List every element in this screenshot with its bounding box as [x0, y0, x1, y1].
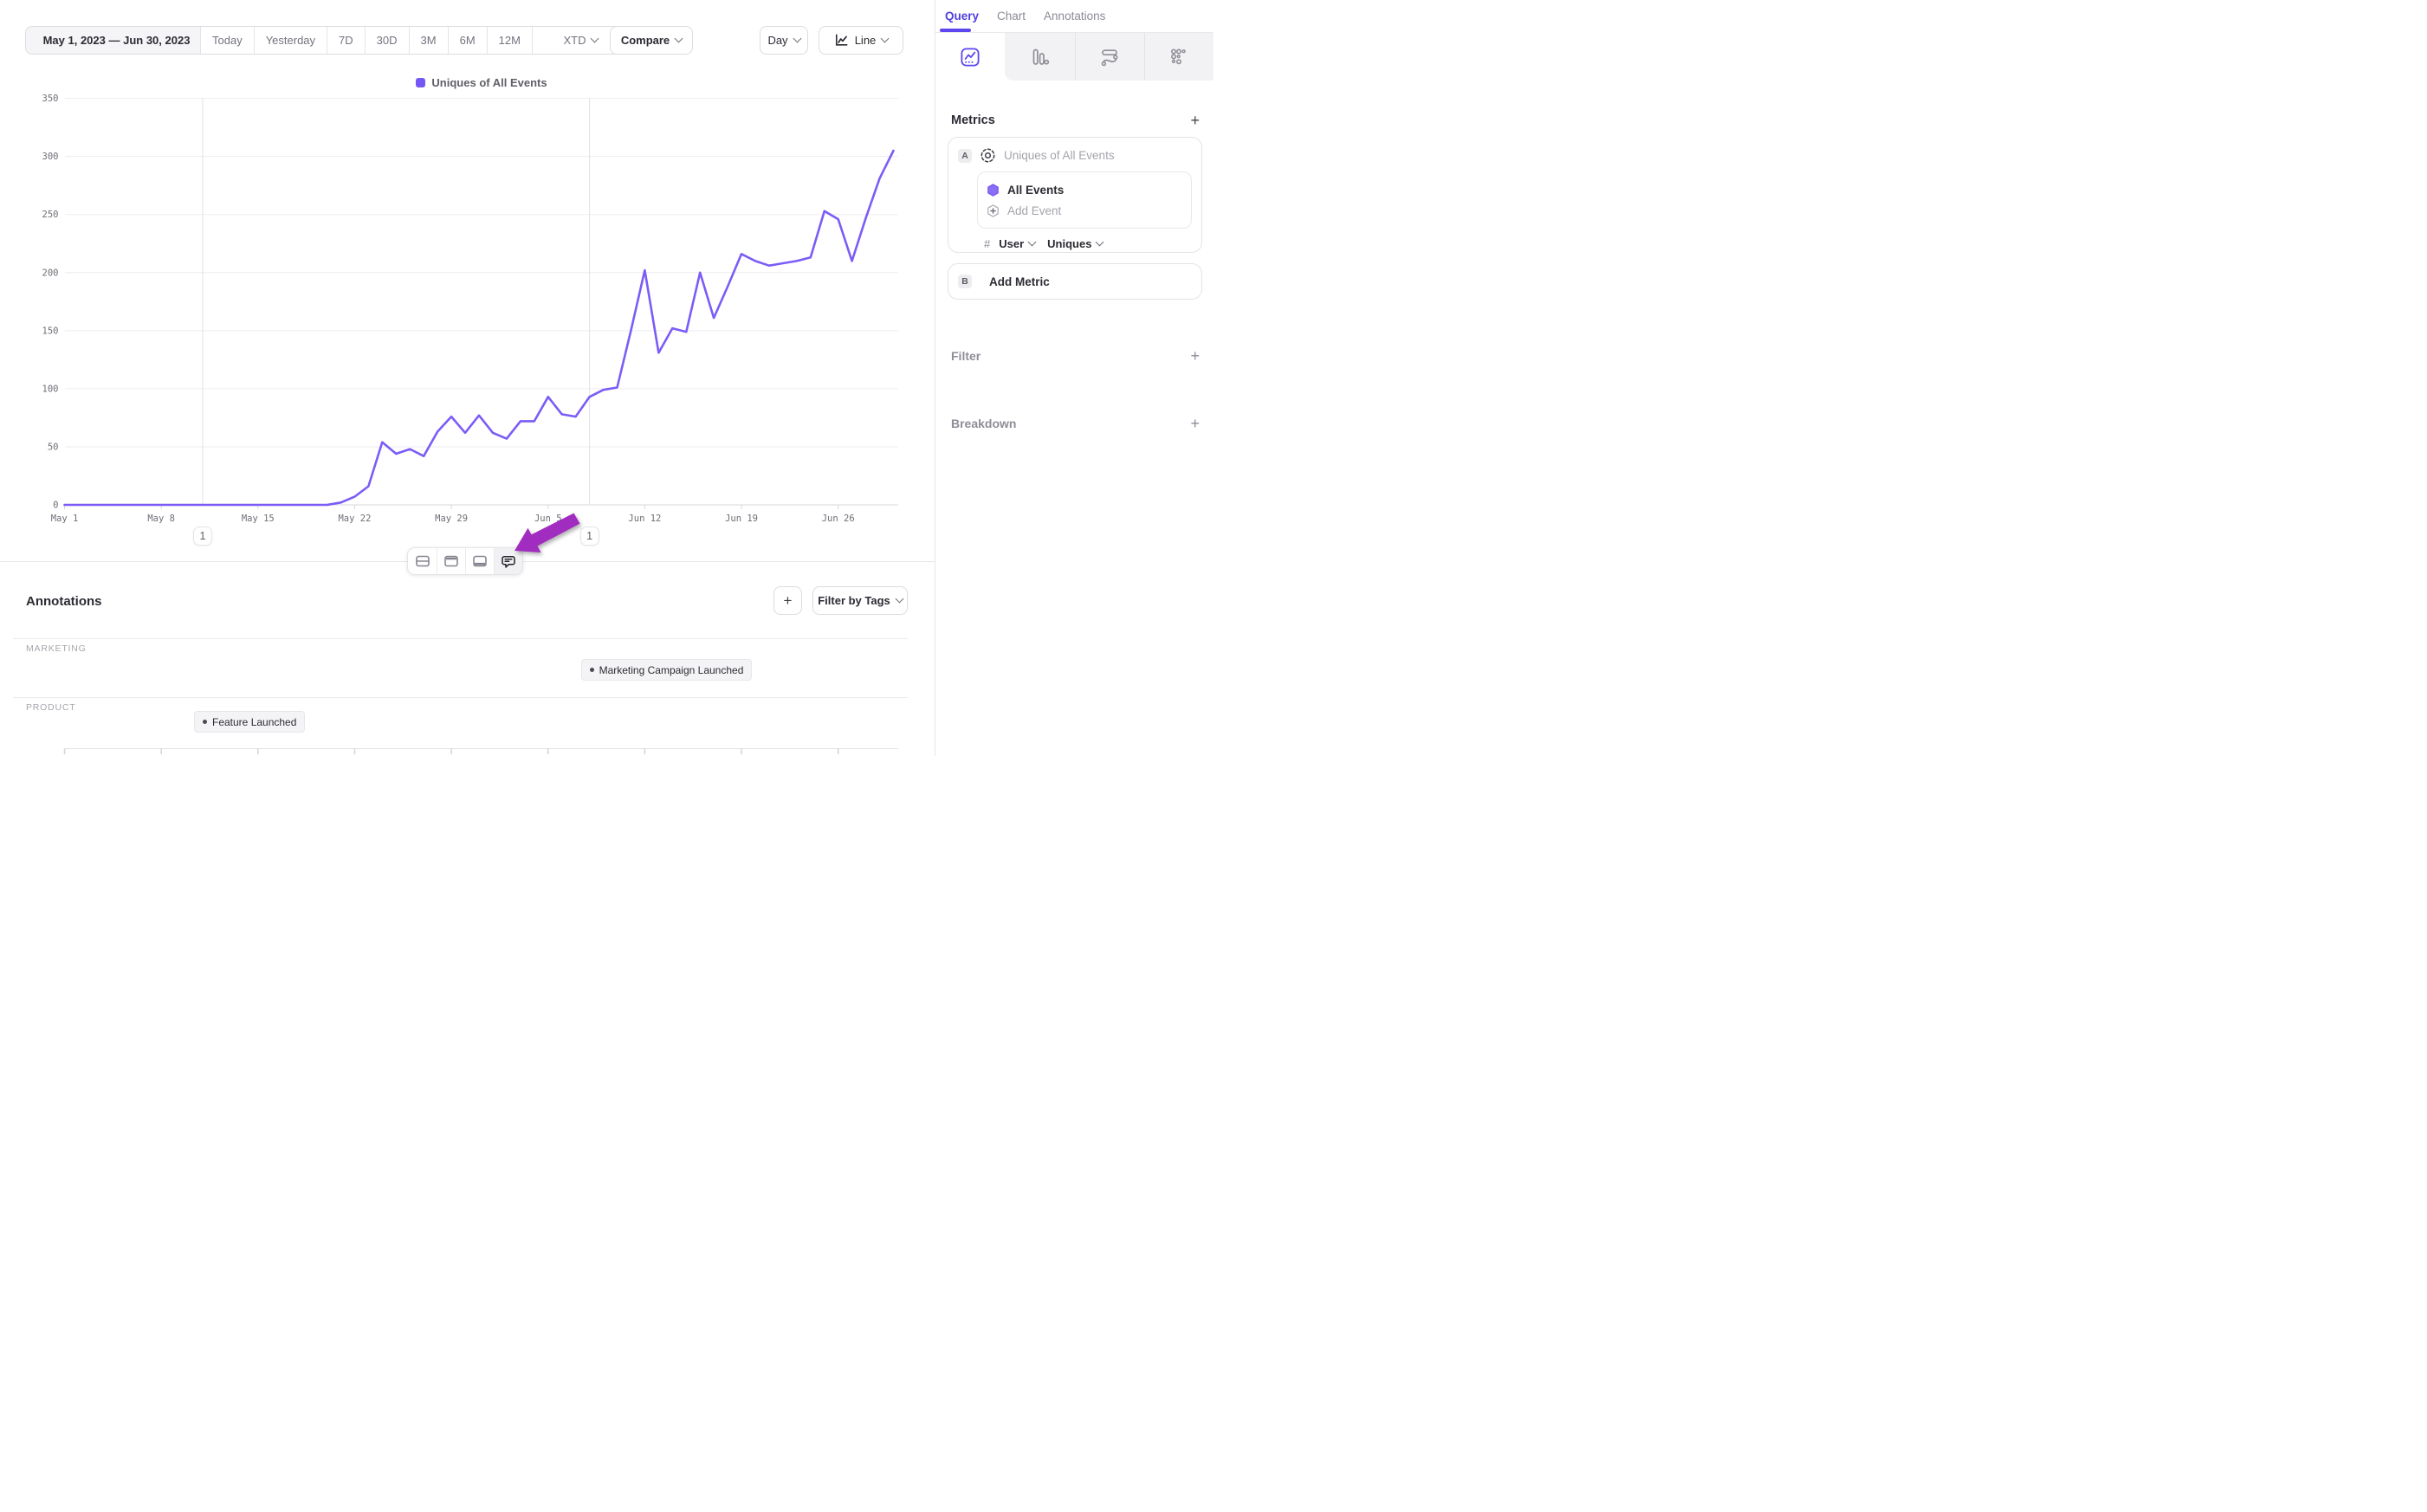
add-breakdown-button[interactable]: +	[1190, 416, 1200, 431]
svg-text:150: 150	[42, 326, 59, 336]
filter-label: Filter	[951, 349, 1190, 363]
insights-chart-icon	[960, 47, 981, 68]
annotations-view-button[interactable]	[494, 548, 522, 574]
sidebar-tabs: Query Chart Annotations	[935, 0, 1214, 33]
tab-annotations[interactable]: Annotations	[1044, 10, 1105, 23]
annotation-pill[interactable]: Marketing Campaign Launched	[581, 659, 753, 681]
main-area: May 1, 2023 — Jun 30, 2023 TodayYesterda…	[0, 0, 935, 756]
metrics-header: Metrics +	[951, 113, 1200, 128]
count-symbol: #	[984, 237, 990, 250]
entity-label: User	[999, 237, 1024, 250]
insights-report-page: May 1, 2023 — Jun 30, 2023 TodayYesterda…	[0, 0, 1214, 756]
panel-top-icon	[443, 552, 460, 570]
filter-by-tags-button[interactable]: Filter by Tags	[812, 586, 908, 615]
chart-annotation-marker[interactable]: 1	[193, 527, 212, 546]
bar-chart-icon	[1029, 47, 1050, 68]
filter-section: Filter +	[951, 348, 1200, 364]
add-metric-label: Add Metric	[989, 275, 1050, 288]
metric-chip-b: B	[958, 275, 972, 288]
metric-a-title: Uniques of All Events	[1004, 149, 1115, 162]
svg-text:May 8: May 8	[147, 514, 175, 524]
event-name: All Events	[1007, 184, 1064, 197]
svg-text:250: 250	[42, 210, 59, 220]
aggregation-row: # User Uniques	[984, 237, 1192, 250]
row-divider	[13, 638, 908, 639]
add-event-button[interactable]: Add Event	[987, 200, 1182, 221]
chevron-down-icon	[1096, 238, 1104, 247]
hexagon-icon	[987, 184, 1000, 197]
panel-bottom-button[interactable]	[465, 548, 494, 574]
chevron-down-icon	[1028, 238, 1037, 247]
breakdown-label: Breakdown	[951, 417, 1190, 430]
annotation-pill[interactable]: Feature Launched	[194, 711, 305, 733]
svg-text:Jun 26: Jun 26	[822, 514, 855, 524]
annotation-group-label: PRODUCT	[26, 702, 76, 713]
annotation-group-label: MARKETING	[26, 643, 87, 654]
plus-icon: +	[784, 592, 793, 610]
svg-text:Jun 5: Jun 5	[534, 514, 562, 524]
report-type-insights-button[interactable]	[935, 33, 1005, 81]
annotation-dot-icon	[590, 668, 594, 672]
active-tab-underline	[940, 29, 971, 32]
event-item-all-events[interactable]: All Events	[987, 179, 1182, 200]
svg-text:Jun 19: Jun 19	[725, 514, 758, 524]
metric-card-a: A Uniques of All Events All Events	[948, 137, 1202, 253]
annotation-label: Marketing Campaign Launched	[599, 664, 744, 676]
add-metric-plus-button[interactable]: +	[1190, 113, 1200, 128]
svg-text:Jun 12: Jun 12	[628, 514, 661, 524]
svg-text:May 1: May 1	[51, 514, 79, 524]
panel-bottom-icon	[471, 552, 489, 570]
hexagon-plus-icon	[987, 204, 1000, 217]
annotations-title: Annotations	[26, 594, 102, 609]
add-metric-card[interactable]: B Add Metric	[948, 263, 1202, 300]
grid-dots-icon	[1168, 47, 1189, 68]
flow-icon	[1099, 47, 1120, 68]
comment-icon	[500, 552, 517, 570]
metric-chip-a: A	[958, 149, 972, 163]
add-event-label: Add Event	[1007, 204, 1061, 217]
svg-text:200: 200	[42, 268, 59, 278]
annotations-timeline-axis	[0, 748, 935, 756]
tab-query[interactable]: Query	[945, 10, 979, 23]
report-type-funnels-button[interactable]	[1005, 33, 1074, 81]
report-type-flows-button[interactable]	[1075, 33, 1144, 81]
svg-text:100: 100	[42, 384, 59, 394]
layout-switcher-toolbar	[407, 547, 523, 575]
annotation-label: Feature Launched	[212, 716, 296, 728]
svg-text:May 15: May 15	[242, 514, 275, 524]
svg-text:300: 300	[42, 152, 59, 162]
panel-top-button[interactable]	[437, 548, 465, 574]
add-filter-button[interactable]: +	[1190, 348, 1200, 364]
chevron-down-icon	[895, 595, 903, 604]
report-type-retention-button[interactable]	[1144, 33, 1214, 81]
metrics-heading: Metrics	[951, 113, 1190, 127]
breakdown-section: Breakdown +	[951, 416, 1200, 431]
metric-a-header[interactable]: A Uniques of All Events	[958, 147, 1192, 164]
add-annotation-button[interactable]: +	[773, 586, 802, 615]
chart-annotation-marker[interactable]: 1	[580, 527, 599, 546]
report-type-strip	[935, 33, 1214, 81]
tab-chart[interactable]: Chart	[997, 10, 1026, 23]
svg-text:50: 50	[48, 442, 59, 452]
aggregation-label: Uniques	[1047, 237, 1091, 250]
svg-text:350: 350	[42, 94, 59, 104]
row-divider	[13, 697, 908, 698]
svg-text:May 22: May 22	[338, 514, 371, 524]
query-sidebar: Query Chart Annotations	[935, 0, 1214, 756]
line-chart: 0 50 100 150 200 250 300 350 May 1 May 8 May 15 May…	[0, 0, 935, 563]
split-horizontal-button[interactable]	[408, 548, 437, 574]
filter-by-tags-label: Filter by Tags	[818, 594, 890, 607]
event-list-card: All Events Add Event	[977, 171, 1192, 229]
svg-text:May 29: May 29	[435, 514, 468, 524]
split-horizontal-icon	[414, 552, 431, 570]
entity-select[interactable]: User	[999, 237, 1035, 250]
annotation-dot-icon	[203, 720, 207, 724]
metric-scope-icon	[980, 147, 996, 164]
aggregation-select[interactable]: Uniques	[1047, 237, 1103, 250]
svg-text:0: 0	[53, 501, 58, 511]
